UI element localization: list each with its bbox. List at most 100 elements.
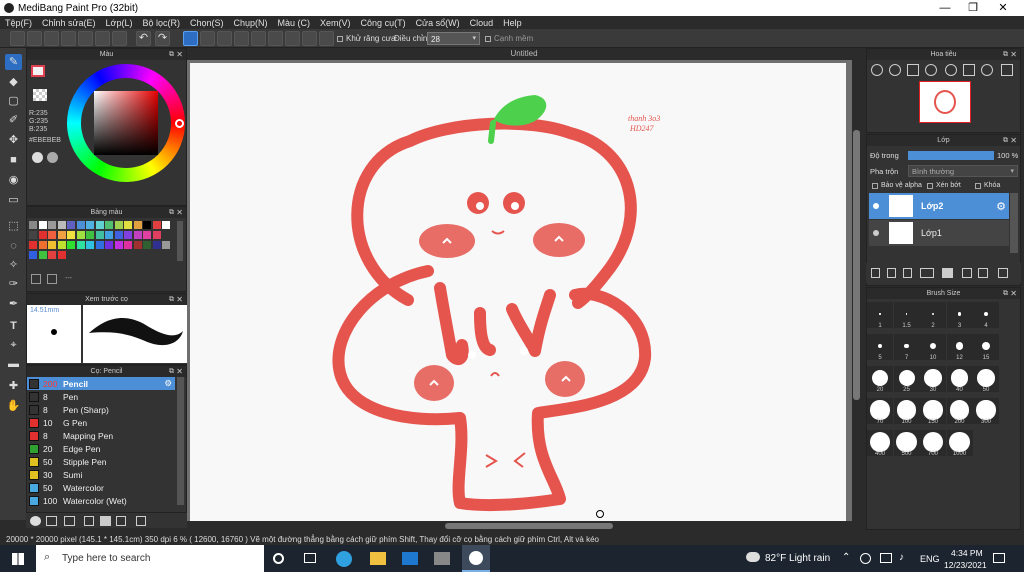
palette-swatch[interactable] [133,241,142,249]
close-panel-icon[interactable]: ✕ [176,49,183,60]
brush-item-stipple-pen[interactable]: 50 Stipple Pen [27,455,175,468]
brush-size-option[interactable]: 200 [946,398,973,425]
zoom-reset-icon[interactable] [925,64,937,76]
volume-icon[interactable]: ♪ [899,552,904,563]
windows-start-icon[interactable] [12,553,24,565]
palette-swatch[interactable] [38,241,47,249]
trash-icon[interactable] [136,516,146,526]
text-tool-icon[interactable]: T [5,318,22,334]
color-wheel-mode-icon[interactable] [32,152,43,163]
brush-item-pen[interactable]: 8 Pen [27,390,175,403]
layer-row-lop1[interactable]: Lớp1 [869,220,1009,246]
dot-tool-icon[interactable]: ✐ [5,112,22,128]
snap-curve-icon[interactable] [285,31,300,46]
brush-size-option[interactable]: 15 [973,334,999,361]
color-slider-mode-icon[interactable] [47,152,58,163]
brush-size-option[interactable]: 10 [920,334,946,361]
primary-color-swatch[interactable] [31,65,45,77]
close-button[interactable]: ✕ [988,0,1018,16]
magic-wand-icon[interactable]: ✧ [5,257,22,273]
brush-size-option[interactable]: 4 [973,302,999,329]
select-pen-icon[interactable]: ✑ [5,276,22,292]
export-icon[interactable] [27,31,42,46]
snap-parallel-icon[interactable] [200,31,215,46]
network-icon[interactable] [860,553,871,564]
vertical-scrollbar[interactable] [852,60,861,522]
merge-layer-icon[interactable] [978,268,988,278]
palette-swatch[interactable] [152,231,161,239]
vertical-scroll-thumb[interactable] [853,130,860,400]
close-panel-icon[interactable]: ✕ [176,366,183,377]
grid-icon[interactable] [112,31,127,46]
palette-swatch[interactable] [67,231,75,239]
close-panel-icon[interactable]: ✕ [176,294,183,305]
task-view-icon[interactable] [304,553,316,563]
brush-import-icon[interactable] [46,516,57,526]
file-explorer-icon[interactable] [370,552,386,565]
brush-size-option[interactable]: 400 [867,430,893,457]
brush-size-option[interactable]: 7 [893,334,920,361]
palette-swatch[interactable] [48,241,56,249]
snap-3d-icon[interactable] [302,31,317,46]
add-layer-menu-icon[interactable] [920,268,934,278]
fit-icon[interactable] [907,64,919,76]
palette-swatch[interactable] [38,231,47,239]
clock-date[interactable]: 12/23/2021 [944,560,987,570]
rectangle-tool-icon[interactable]: ▢ [5,93,22,109]
brush-size-grid[interactable]: 1 1.5 2 3 4 5 7 10 12 15 20 25 30 40 50 70 100 150 200 300 4… [867,302,1007,482]
minimize-button[interactable]: — [930,0,960,16]
bucket-tool-icon[interactable]: ◉ [5,172,22,188]
palette-swatch[interactable] [124,241,132,249]
menu-color[interactable]: Màu (C) [273,18,316,28]
palette-swatch[interactable] [76,231,85,239]
new-palette-icon[interactable] [31,274,41,284]
maximize-button[interactable]: ❐ [958,0,988,16]
blend-mode-select[interactable]: Bình thường ▾ [908,165,1018,177]
delete-layer-icon[interactable] [998,268,1008,278]
palette-swatch[interactable] [29,221,37,229]
brush-size-option[interactable]: 5 [867,334,893,361]
speech-bubble-icon[interactable] [61,31,76,46]
brush-size-option[interactable]: 1 [867,302,893,329]
palette-swatch[interactable] [143,231,151,239]
snap-grid-icon[interactable] [217,31,232,46]
brush-add-icon[interactable] [30,516,41,526]
palette-swatch[interactable] [133,221,142,229]
palette-swatch[interactable] [124,231,132,239]
lock-checkbox[interactable] [975,183,981,189]
drawing-canvas[interactable]: thanh 3o3 HD247 [190,63,846,521]
palette-swatch[interactable] [57,251,66,259]
brush-tool-icon[interactable]: ✎ [5,54,22,70]
palette-swatch[interactable] [152,221,161,229]
new-layer-icon[interactable] [871,268,880,278]
navigator-thumbnail[interactable] [919,81,971,123]
soft-edge-checkbox[interactable] [485,36,491,42]
palette-swatch-grid[interactable] [29,221,175,261]
palette-swatch[interactable] [143,241,151,249]
cloud-icon[interactable] [10,31,25,46]
palette-swatch[interactable] [105,241,113,249]
brush-size-option[interactable]: 300 [973,398,999,425]
palette-swatch[interactable] [38,251,47,259]
brush-settings-gear-icon[interactable]: ⚙ [164,378,172,389]
brush-item-pen-sharp[interactable]: 8 Pen (Sharp) [27,403,175,416]
palette-swatch[interactable] [143,221,151,229]
snap-vanish-icon[interactable] [234,31,249,46]
divide-tool-icon[interactable]: ▬ [5,356,22,372]
flip-icon[interactable] [963,64,975,76]
palette-swatch[interactable] [38,221,47,229]
eyedropper-tool-icon[interactable]: ✚ [5,378,22,394]
canvas-tab[interactable]: Untitled [187,48,861,60]
rotate-reset-icon[interactable] [1001,64,1013,76]
palette-swatch[interactable] [48,251,56,259]
brush-size-option[interactable]: 3 [946,302,973,329]
brush-item-edge-pen[interactable]: 20 Edge Pen [27,442,175,455]
menu-help[interactable]: Help [498,18,527,28]
snap-radial-icon[interactable] [251,31,266,46]
comment-icon[interactable] [44,31,59,46]
close-panel-icon[interactable]: ✕ [1010,288,1017,299]
palette-swatch[interactable] [162,241,170,249]
edge-browser-icon[interactable] [336,551,352,567]
palette-swatch[interactable] [86,241,94,249]
select-tool-icon[interactable]: ⬚ [5,218,22,234]
